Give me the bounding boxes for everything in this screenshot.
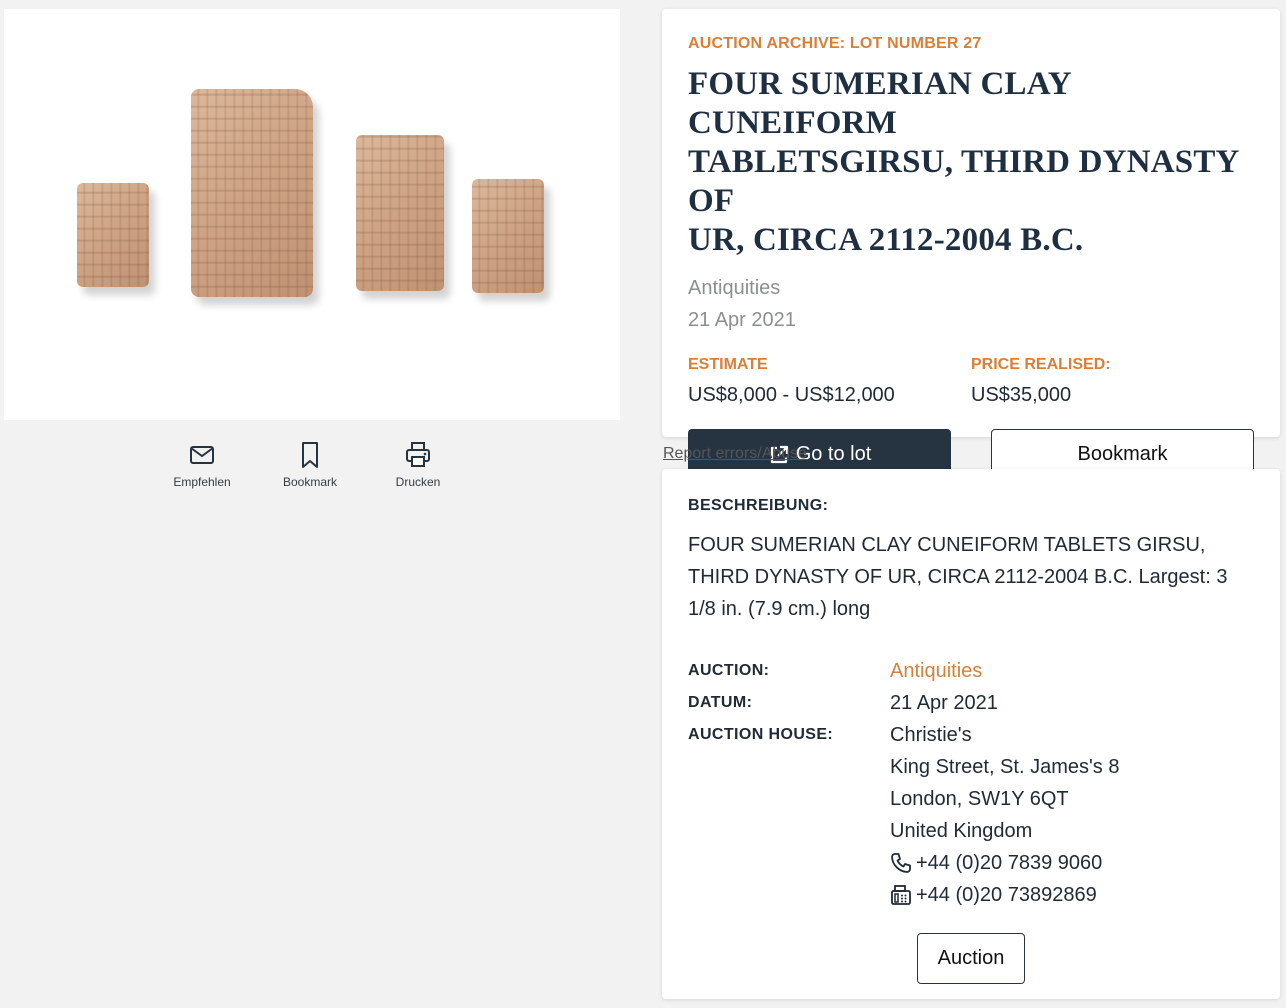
lot-image[interactable] [4, 9, 620, 420]
recommend-label: Empfehlen [173, 475, 231, 489]
auction-link[interactable]: Antiquities [890, 655, 982, 687]
auction-label: AUCTION: [688, 662, 770, 679]
image-actions: Empfehlen Bookmark Drucken [150, 440, 470, 489]
estimate-block: ESTIMATE US$8,000 - US$12,000 [688, 356, 971, 407]
date-row: DATUM: 21 Apr 2021 [688, 687, 1254, 719]
lot-title-line: UR, CIRCA 2112-2004 B.C. [688, 222, 1084, 258]
auction-house-label: AUCTION HOUSE: [688, 726, 834, 743]
fax-line: +44 (0)20 73892869 [890, 879, 1119, 911]
report-errors-link[interactable]: Report errors/Abuse [663, 445, 807, 463]
realised-block: PRICE REALISED: US$35,000 [971, 356, 1254, 407]
house-country: United Kingdom [890, 820, 1033, 842]
bookmark-icon [302, 442, 318, 468]
cuneiform-tablet-1 [77, 183, 149, 287]
cuneiform-tablet-2 [191, 89, 313, 297]
print-label: Drucken [395, 475, 441, 489]
lot-details-card: BESCHREIBUNG: FOUR SUMERIAN CLAY CUNEIFO… [662, 469, 1280, 999]
auction-house-details: Christie's King Street, St. James's 8 Lo… [890, 719, 1119, 911]
description-label: BESCHREIBUNG: [688, 497, 829, 514]
auction-house-row: AUCTION HOUSE: Christie's King Street, S… [688, 719, 1254, 911]
house-city: London, SW1Y 6QT [890, 788, 1069, 810]
bookmark-action-button[interactable]: Bookmark [258, 440, 362, 489]
phone-number: +44 (0)20 7839 9060 [916, 852, 1103, 874]
printer-icon [406, 442, 430, 467]
lot-title: FOUR SUMERIAN CLAY CUNEIFORM TABLETSGIRS… [688, 65, 1254, 260]
lot-title-line: TABLETSGIRSU, THIRD DYNASTY OF [688, 144, 1239, 219]
house-street: King Street, St. James's 8 [890, 756, 1120, 778]
bookmark-button-label: Bookmark [1077, 443, 1168, 465]
print-button[interactable]: Drucken [366, 440, 470, 489]
fax-icon [891, 885, 911, 905]
house-name: Christie's [890, 724, 972, 746]
date-value: 21 Apr 2021 [890, 692, 998, 714]
estimate-label: ESTIMATE [688, 356, 768, 373]
phone-line[interactable]: +44 (0)20 7839 9060 [890, 847, 1119, 879]
sale-date: 21 Apr 2021 [688, 309, 796, 331]
envelope-icon [190, 446, 214, 464]
auction-info: AUCTION: Antiquities DATUM: 21 Apr 2021 … [688, 655, 1254, 911]
auction-row: AUCTION: Antiquities [688, 655, 1254, 687]
fax-number: +44 (0)20 73892869 [916, 884, 1097, 906]
phone-icon [891, 853, 911, 873]
lot-title-line: FOUR SUMERIAN CLAY CUNEIFORM [688, 66, 1071, 141]
price-row: ESTIMATE US$8,000 - US$12,000 PRICE REAL… [688, 356, 1254, 407]
cuneiform-tablet-3 [356, 135, 444, 291]
bookmark-action-label: Bookmark [282, 475, 338, 489]
cuneiform-tablet-4 [472, 179, 544, 293]
lot-number-eyebrow: AUCTION ARCHIVE: LOT NUMBER 27 [688, 35, 982, 52]
description-text: FOUR SUMERIAN CLAY CUNEIFORM TABLETS GIR… [688, 534, 1228, 620]
date-label: DATUM: [688, 694, 753, 711]
realised-value: US$35,000 [971, 384, 1072, 406]
auction-button-label: Auction [937, 947, 1005, 969]
sale-name: Antiquities [688, 277, 781, 299]
realised-label: PRICE REALISED: [971, 356, 1111, 373]
recommend-button[interactable]: Empfehlen [150, 440, 254, 489]
lot-summary-card: AUCTION ARCHIVE: LOT NUMBER 27 FOUR SUME… [662, 9, 1280, 480]
estimate-value: US$8,000 - US$12,000 [688, 384, 895, 406]
auction-button[interactable]: Auction [917, 933, 1025, 984]
